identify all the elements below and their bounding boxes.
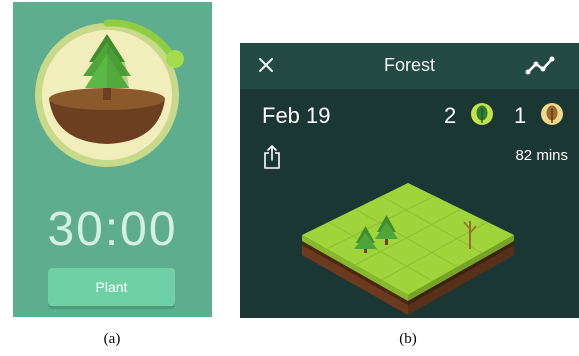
caption-b: (b) [399,331,417,347]
plant-button[interactable]: Plant [48,268,175,306]
forest-tile-ground [302,183,514,315]
progress-knob[interactable] [166,50,184,68]
caption-a: (a) [103,331,121,347]
timer-screen: 30:00 Plant [13,2,212,317]
countdown-timer: 30:00 [47,203,178,256]
forest-screen: Forest Feb 19 2 1 82 mins [240,43,579,318]
tree-growth-ring [35,19,184,167]
